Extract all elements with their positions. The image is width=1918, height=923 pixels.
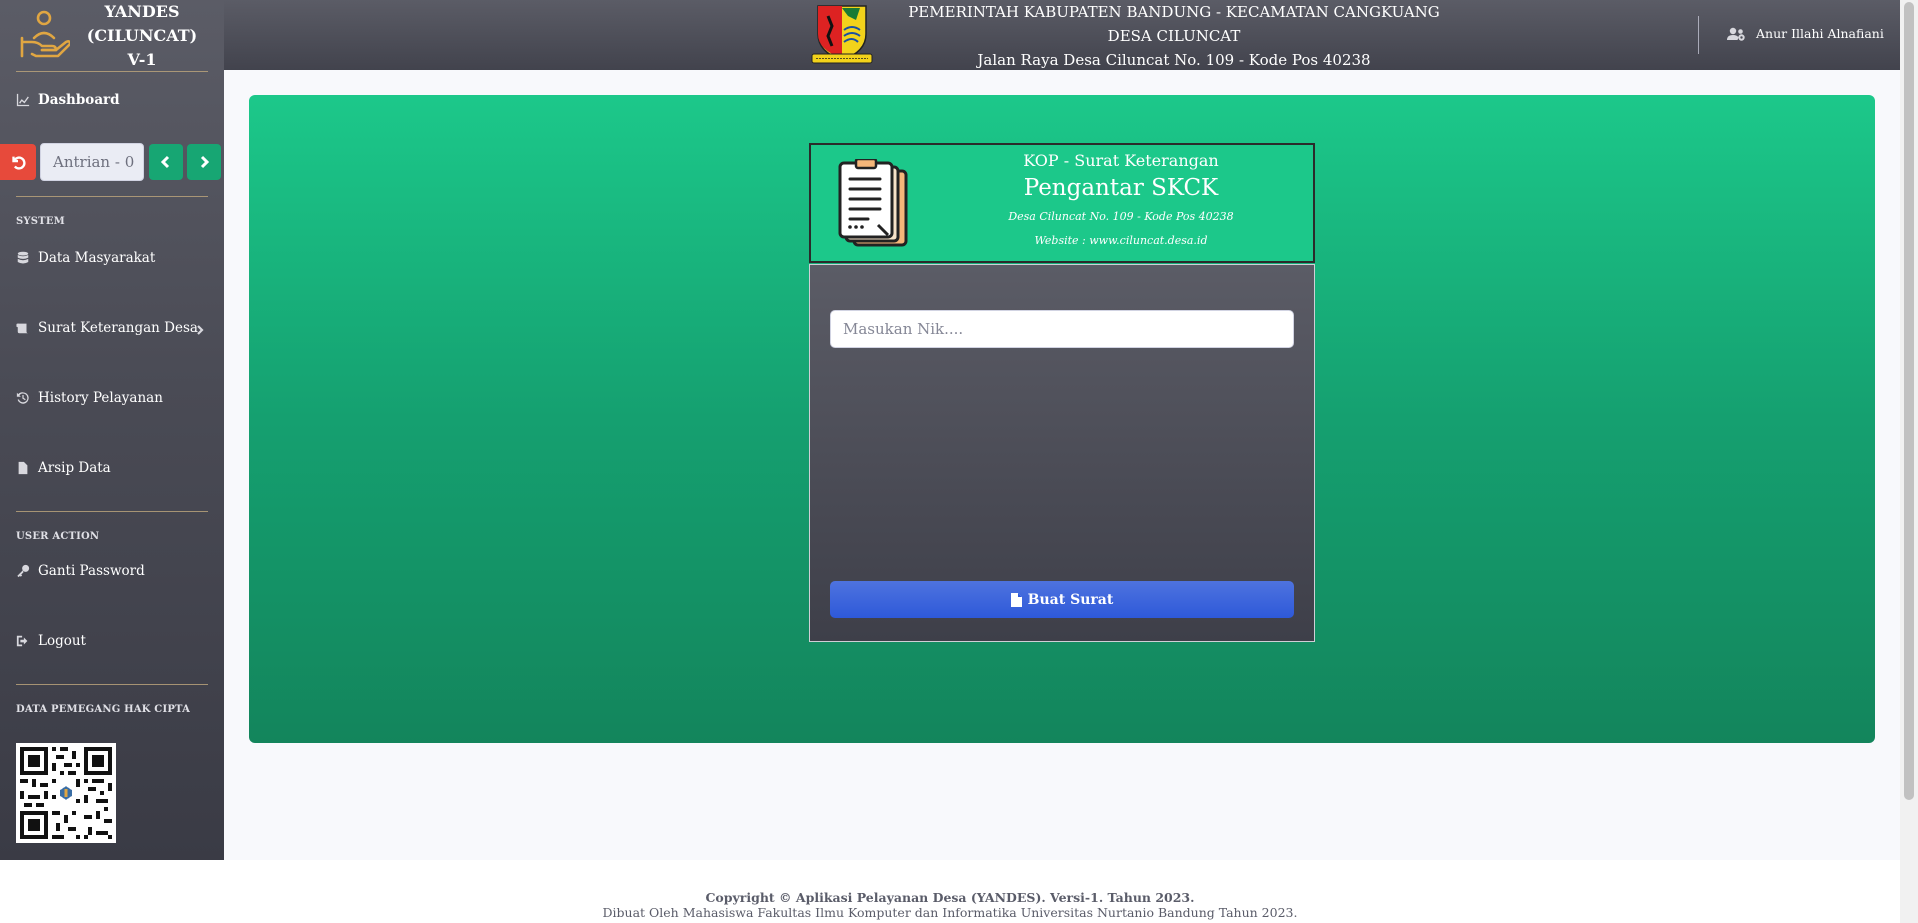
brand-line3: V-1 [127, 50, 157, 69]
sidebar-item-label: Surat Keterangan Desa [38, 320, 198, 336]
section-heading-user-action: USER ACTION [16, 531, 100, 542]
database-icon [17, 251, 29, 264]
kop-title: Pengantar SKCK [1023, 175, 1219, 201]
header-line1: PEMERINTAH KABUPATEN BANDUNG - KECAMATAN… [908, 3, 1440, 21]
chart-line-icon [16, 93, 30, 107]
buat-surat-label: Buat Surat [1027, 591, 1114, 608]
sidebar-divider [16, 511, 208, 512]
sidebar-item-dashboard[interactable]: Dashboard [16, 92, 120, 108]
clipboard-document-icon [838, 159, 908, 247]
sign-out-icon [16, 635, 28, 647]
sidebar-divider [16, 71, 208, 72]
brand-line1: YANDES [104, 2, 180, 21]
hand-heart-icon [20, 10, 70, 58]
sidebar-divider [16, 196, 208, 197]
scroll-icon [16, 323, 29, 334]
sidebar-item-data-masyarakat[interactable]: Data Masyarakat [16, 250, 155, 266]
sidebar-item-label: Ganti Password [38, 563, 145, 579]
sidebar-item-label: Logout [38, 633, 86, 649]
users-cog-icon [1727, 27, 1745, 41]
chevron-right-icon [194, 321, 206, 335]
nik-input[interactable] [830, 310, 1294, 348]
kop-subtitle: KOP - Surat Keterangan [1023, 151, 1219, 170]
header-title: PEMERINTAH KABUPATEN BANDUNG - KECAMATAN… [894, 0, 1454, 72]
file-icon [1010, 592, 1022, 607]
brand-title: YANDES (CILUNCAT) V-1 [78, 0, 206, 72]
queue-prev-button[interactable] [149, 144, 183, 180]
user-menu[interactable]: Anur Illahi Alnafiani [1726, 26, 1884, 41]
section-heading-copyright: DATA PEMEGANG HAK CIPTA [16, 704, 191, 715]
history-icon [16, 392, 29, 404]
kop-address: Desa Ciluncat No. 109 - Kode Pos 40238 [1008, 210, 1234, 223]
chevron-left-icon [160, 155, 170, 169]
file-icon [18, 461, 28, 475]
sidebar: YANDES (CILUNCAT) V-1 Dashboard Antrian … [0, 0, 224, 860]
user-name: Anur Illahi Alnafiani [1756, 26, 1884, 41]
sidebar-item-history[interactable]: History Pelayanan [16, 390, 163, 406]
footer-credit: Dibuat Oleh Mahasiswa Fakultas Ilmu Komp… [602, 905, 1298, 920]
sidebar-item-label: Arsip Data [38, 460, 111, 476]
sidebar-item-arsip[interactable]: Arsip Data [16, 460, 111, 476]
sidebar-item-logout[interactable]: Logout [16, 633, 86, 649]
queue-next-button[interactable] [187, 144, 221, 180]
buat-surat-button[interactable]: Buat Surat [830, 581, 1294, 618]
topbar-divider [1698, 16, 1699, 54]
sidebar-item-dashboard-label: Dashboard [38, 92, 120, 108]
queue-reset-button[interactable] [0, 144, 36, 180]
brand-line2: (CILUNCAT) [86, 26, 198, 45]
queue-counter[interactable]: Antrian - 0 [40, 143, 144, 181]
sidebar-divider [16, 684, 208, 685]
sidebar-item-ganti-password[interactable]: Ganti Password [16, 563, 145, 579]
footer: Copyright © Aplikasi Pelayanan Desa (YAN… [0, 860, 1900, 923]
topbar: PEMERINTAH KABUPATEN BANDUNG - KECAMATAN… [224, 0, 1900, 70]
footer-copyright: Copyright © Aplikasi Pelayanan Desa (YAN… [705, 890, 1195, 905]
sidebar-item-surat-keterangan[interactable]: Surat Keterangan Desa [16, 320, 198, 336]
form-panel: Buat Surat [809, 264, 1315, 642]
chevron-right-icon [200, 155, 210, 169]
header-line3: Jalan Raya Desa Ciluncat No. 109 - Kode … [977, 51, 1371, 69]
kabupaten-crest-logo [811, 5, 873, 64]
section-heading-system: SYSTEM [16, 216, 65, 227]
qr-code [16, 743, 116, 843]
kop-text: KOP - Surat Keterangan Pengantar SKCK De… [931, 145, 1311, 253]
sidebar-item-label: History Pelayanan [38, 390, 163, 406]
sidebar-item-label: Data Masyarakat [38, 250, 156, 266]
brand[interactable]: YANDES (CILUNCAT) V-1 [0, 0, 224, 70]
kop-website: Website : www.ciluncat.desa.id [1034, 234, 1208, 247]
page-scrollbar[interactable] [1900, 0, 1918, 923]
kop-header: KOP - Surat Keterangan Pengantar SKCK De… [809, 143, 1315, 263]
undo-icon [12, 156, 26, 170]
key-icon [17, 564, 30, 578]
scrollbar-thumb[interactable] [1904, 2, 1914, 800]
header-line2: DESA CILUNCAT [1107, 27, 1241, 45]
